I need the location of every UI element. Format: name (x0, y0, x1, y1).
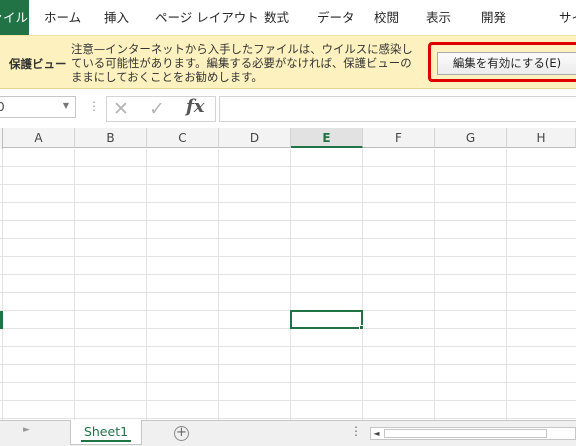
tab-review[interactable]: 校閲 (374, 0, 399, 35)
active-cell[interactable] (290, 310, 363, 329)
add-sheet-icon[interactable]: + (174, 426, 189, 441)
tab-more[interactable]: サイ (559, 0, 576, 35)
column-header-f[interactable]: F (363, 128, 435, 148)
protected-view-title: 保護ビュー (9, 57, 67, 71)
tab-insert[interactable]: 挿入 (104, 0, 129, 35)
insert-function-button[interactable]: fx (186, 96, 204, 117)
tab-file[interactable]: ファイル (0, 0, 29, 35)
checkmark-icon[interactable]: ✓ (149, 99, 165, 119)
cancel-x-icon[interactable]: ✕ (113, 99, 129, 119)
tab-data[interactable]: データ (317, 0, 355, 35)
chevron-down-icon[interactable]: ▼ (63, 101, 69, 110)
column-header-a[interactable]: A (3, 128, 75, 148)
formula-input[interactable] (219, 96, 576, 122)
column-header-c[interactable]: C (147, 128, 219, 148)
column-header-h[interactable]: H (507, 128, 576, 148)
tab-developer[interactable]: 開発 (481, 0, 506, 35)
tab-formulas[interactable]: 数式 (264, 0, 289, 35)
column-header-g[interactable]: G (435, 128, 507, 148)
column-header-b[interactable]: B (75, 128, 147, 148)
scrollbar-grip-icon[interactable]: ⋮ (350, 424, 362, 438)
sheet-tab-sheet1[interactable]: Sheet1 (70, 420, 142, 445)
scrollbar-thumb[interactable] (384, 429, 547, 438)
name-box-value: 0 (0, 100, 5, 114)
column-header-e[interactable]: E (291, 128, 363, 148)
tab-view[interactable]: 表示 (426, 0, 451, 35)
tab-page-layout[interactable]: ページ レイアウト (155, 0, 259, 35)
excel-window: ファイル ホーム 挿入 ページ レイアウト 数式 データ 校閲 表示 開発 サイ… (0, 0, 576, 446)
selected-row-indicator (0, 311, 3, 329)
sheet-nav-right-icon[interactable]: ► (23, 425, 30, 435)
tab-home[interactable]: ホーム (44, 0, 81, 35)
protected-view-message: 注意—インターネットから入手したファイルは、ウイルスに感染している可能性がありま… (71, 42, 413, 84)
name-box[interactable]: 0 ▼ (0, 96, 76, 118)
enable-editing-button[interactable]: 編集を有効にする(E) (437, 52, 576, 75)
scroll-left-icon[interactable]: ◄ (370, 427, 383, 440)
fill-handle[interactable] (359, 325, 364, 330)
cell-grid[interactable] (0, 149, 576, 420)
formula-bar-grip-icon[interactable]: ⋮ (88, 99, 100, 113)
column-header-d[interactable]: D (219, 128, 291, 148)
ribbon-tab-bar: ファイル ホーム 挿入 ページ レイアウト 数式 データ 校閲 表示 開発 サイ (0, 0, 576, 35)
